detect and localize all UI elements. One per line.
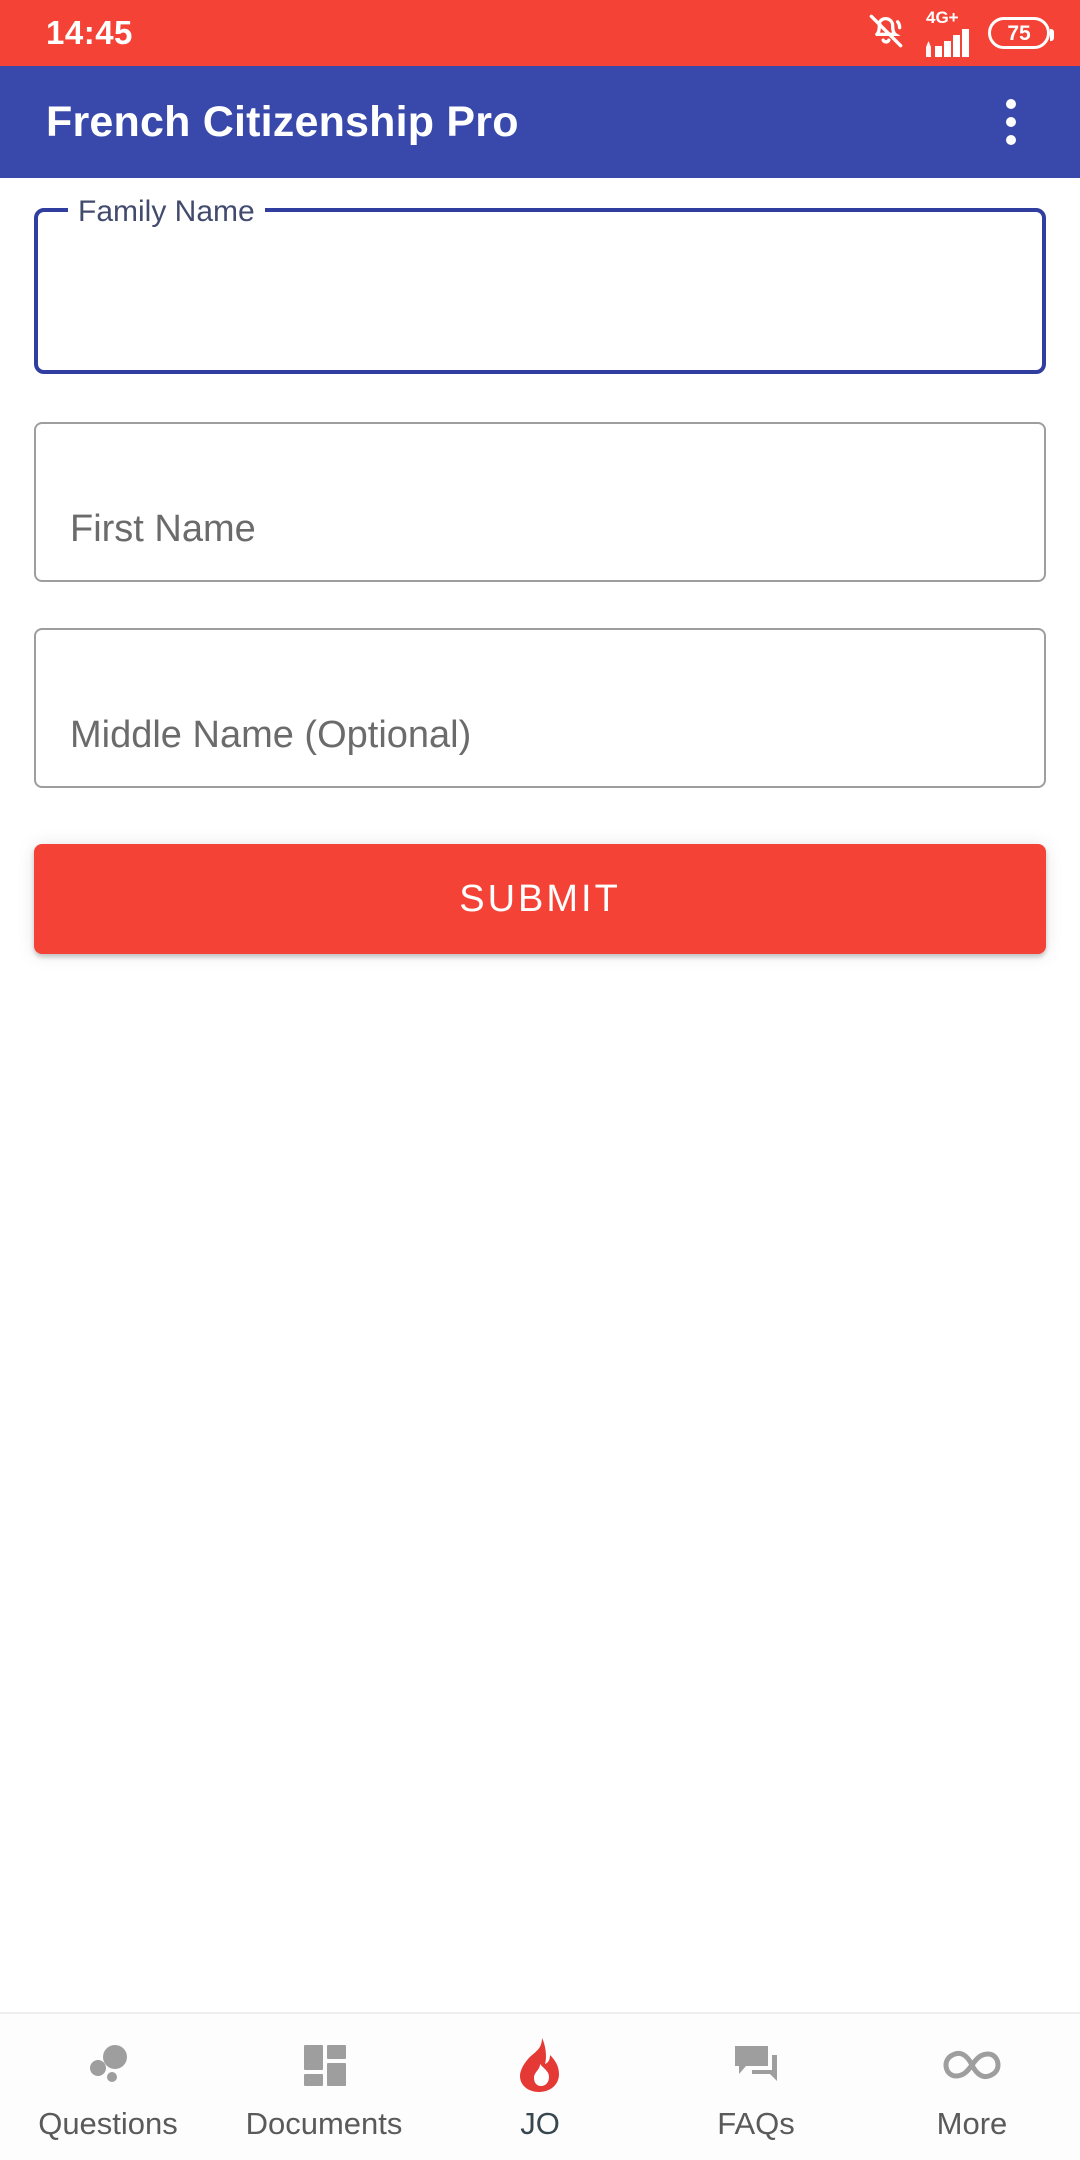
- nav-item-jo[interactable]: JO: [432, 2014, 648, 2160]
- submit-button[interactable]: SUBMIT: [34, 844, 1046, 954]
- bubbles-icon: [80, 2036, 136, 2094]
- network-type-label: 4G+: [926, 8, 959, 27]
- nav-item-documents[interactable]: Documents: [216, 2014, 432, 2160]
- app-bar: French Citizenship Pro: [0, 66, 1080, 178]
- form-content: Family Name First Name Middle Name (Opti…: [0, 178, 1080, 1483]
- dot: [1006, 99, 1016, 109]
- field-family-name: Family Name: [34, 192, 1046, 374]
- nav-label-more: More: [936, 2105, 1008, 2141]
- dot: [1006, 135, 1016, 145]
- page-title: French Citizenship Pro: [46, 97, 519, 146]
- bell-muted-icon: [866, 11, 906, 56]
- nav-item-faqs[interactable]: FAQs: [648, 2014, 864, 2160]
- nav-label-questions: Questions: [38, 2105, 178, 2141]
- nav-item-more[interactable]: More: [864, 2014, 1080, 2160]
- nav-label-faqs: FAQs: [717, 2105, 795, 2141]
- field-first-name: First Name: [34, 422, 1046, 582]
- status-icons: 4G+ 75: [866, 9, 1054, 57]
- field-middle-name: Middle Name (Optional): [34, 628, 1046, 788]
- grid-tiles-icon: [296, 2036, 352, 2094]
- status-bar: 14:45 4G+ 75: [0, 0, 1080, 66]
- more-options-icon[interactable]: [976, 87, 1046, 157]
- flame-icon: [512, 2036, 568, 2094]
- battery-level: 75: [1007, 21, 1031, 45]
- infinity-icon: [941, 2036, 1003, 2094]
- nav-label-jo: JO: [520, 2105, 560, 2141]
- chat-bubbles-icon: [728, 2036, 784, 2094]
- first-name-box[interactable]: First Name: [34, 422, 1046, 582]
- family-name-label: Family Name: [68, 192, 265, 232]
- status-time: 14:45: [46, 14, 133, 51]
- bottom-navigation: Questions Documents JO FAQs More: [0, 2012, 1080, 2160]
- app-screen: 14:45 4G+ 75 French Citizenship Pro Fami…: [0, 0, 1080, 2160]
- middle-name-box[interactable]: Middle Name (Optional): [34, 628, 1046, 788]
- nav-item-questions[interactable]: Questions: [0, 2014, 216, 2160]
- battery-icon: 75: [988, 17, 1054, 49]
- middle-name-placeholder: Middle Name (Optional): [70, 714, 472, 756]
- family-name-input[interactable]: [72, 212, 1042, 370]
- nav-label-documents: Documents: [245, 2105, 403, 2141]
- dot: [1006, 117, 1016, 127]
- signal-bars-icon: 4G+: [924, 9, 970, 57]
- first-name-placeholder: First Name: [70, 508, 256, 550]
- family-name-box[interactable]: Family Name: [34, 192, 1046, 374]
